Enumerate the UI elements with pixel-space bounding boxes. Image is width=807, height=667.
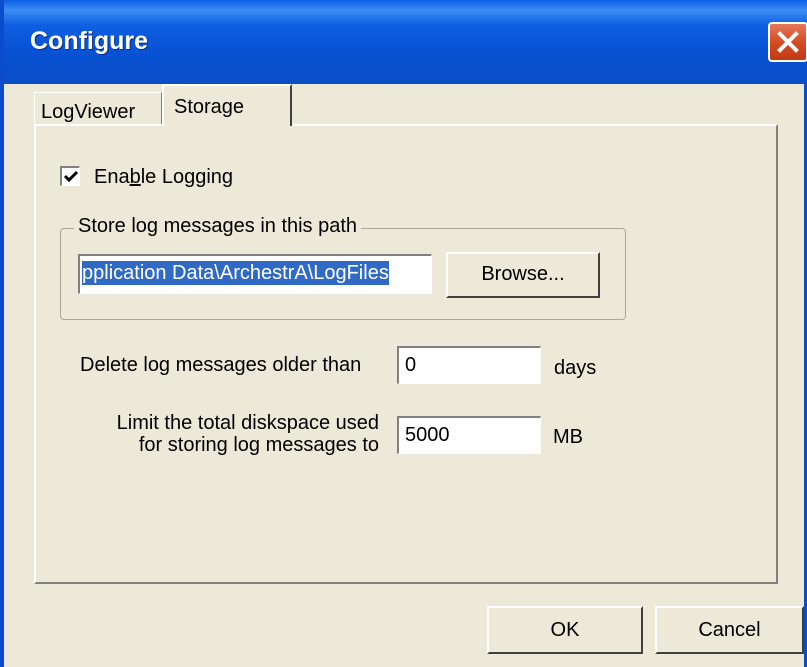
disk-limit-input[interactable]: 5000 <box>397 416 541 454</box>
log-path-value: pplication Data\ArchestrA\LogFiles <box>82 261 389 285</box>
window-title: Configure <box>30 27 149 55</box>
configure-dialog: Configure LogViewer Storage <box>0 0 807 667</box>
delete-days-input[interactable]: 0 <box>397 346 541 384</box>
title-bar[interactable]: Configure <box>4 0 807 84</box>
cancel-button[interactable]: Cancel <box>655 606 804 654</box>
browse-button[interactable]: Browse... <box>446 252 600 298</box>
disk-limit-label-line2: for storing log messages to <box>138 434 379 456</box>
disk-limit-label: Limit the total diskspace used for stori… <box>80 412 379 456</box>
log-path-input[interactable]: pplication Data\ArchestrA\LogFiles <box>78 254 432 294</box>
tab-storage[interactable]: Storage <box>162 84 292 126</box>
disk-limit-label-line1: Limit the total diskspace used <box>116 412 379 434</box>
checkmark-icon <box>63 170 79 183</box>
enable-logging-label[interactable]: Enable Logging <box>94 166 233 189</box>
days-unit-label: days <box>554 357 597 379</box>
enable-logging-label-prefix: Ena <box>94 166 130 188</box>
tab-logviewer[interactable]: LogViewer <box>34 92 162 126</box>
log-path-group-title: Store log messages in this path <box>74 215 362 238</box>
close-icon <box>777 31 799 53</box>
mb-unit-label: MB <box>553 426 583 448</box>
enable-logging-checkbox[interactable] <box>60 166 80 186</box>
ok-button[interactable]: OK <box>487 606 643 654</box>
enable-logging-label-suffix: le Logging <box>140 166 234 188</box>
enable-logging-mnemonic: b <box>129 166 141 188</box>
delete-older-than-label: Delete log messages older than <box>80 354 362 376</box>
close-button[interactable] <box>768 22 807 62</box>
